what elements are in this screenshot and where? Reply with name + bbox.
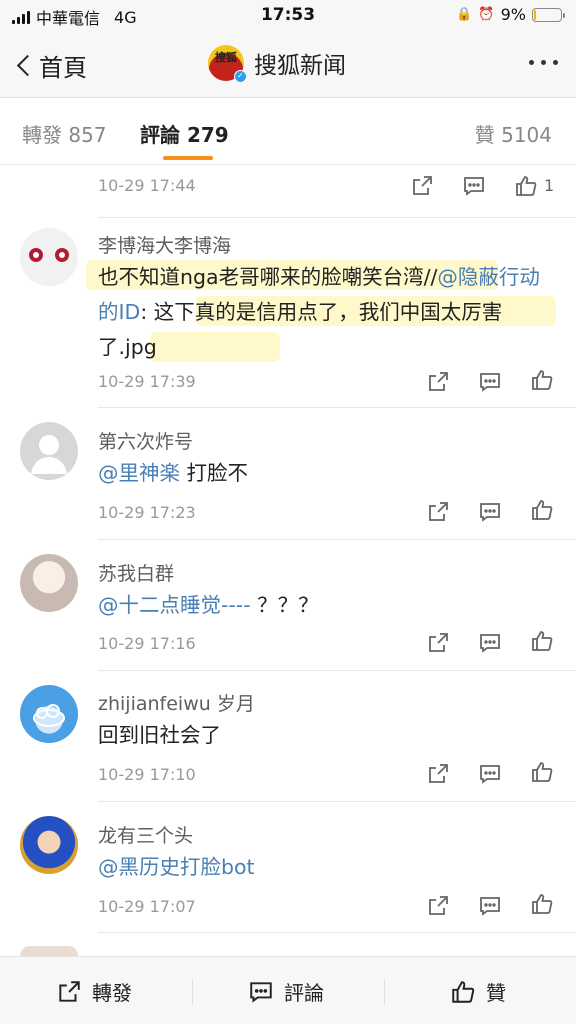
divider bbox=[384, 979, 385, 1005]
nav-bar: 首頁 搜狐 ✓ 搜狐新闻 bbox=[0, 32, 576, 98]
more-options-icon[interactable] bbox=[529, 60, 558, 65]
tab-likes-label: 贊 bbox=[474, 123, 495, 147]
like-icon[interactable] bbox=[530, 760, 554, 784]
comment-icon[interactable] bbox=[462, 174, 486, 198]
battery-icon bbox=[532, 7, 565, 22]
share-icon[interactable] bbox=[426, 631, 450, 655]
avatar[interactable] bbox=[20, 816, 78, 874]
comment-text-part: ？？？ bbox=[250, 593, 319, 617]
chevron-left-icon bbox=[16, 54, 39, 77]
share-icon[interactable] bbox=[426, 894, 450, 918]
comment-item: 李博海大李博海 也不知道nga老哥哪来的脸嘲笑台湾//@隐蔽行动的ID: 这下真… bbox=[0, 218, 576, 408]
commenter-name[interactable]: 龙有三个头 bbox=[98, 821, 193, 848]
comment-time: 10-29 17:10 bbox=[98, 765, 196, 784]
account-header[interactable]: 搜狐 ✓ 搜狐新闻 bbox=[208, 45, 346, 83]
avatar-logo-text: 搜狐 bbox=[215, 51, 237, 64]
avatar bbox=[20, 946, 78, 956]
comment-label: 評論 bbox=[284, 981, 324, 1005]
comment-button[interactable]: 評論 bbox=[248, 977, 324, 1006]
share-icon bbox=[59, 980, 80, 1002]
comment-text: @黑历史打脸bot bbox=[98, 850, 548, 885]
comment-item: 苏我白群 @十二点睡觉---- ？？？ 10-29 17:16 bbox=[0, 540, 576, 671]
comment-icon[interactable] bbox=[478, 631, 502, 655]
active-tab-indicator bbox=[163, 156, 213, 160]
like-label: 贊 bbox=[486, 981, 506, 1005]
comment-text: 也不知道nga老哥哪来的脸嘲笑台湾//@隐蔽行动的ID: 这下真的是信用点了，我… bbox=[98, 260, 548, 365]
comment-item: 第六次炸号 @里神楽 打脸不 10-29 17:23 bbox=[0, 408, 576, 540]
comment-time: 10-29 17:16 bbox=[98, 634, 196, 653]
back-button[interactable]: 首頁 bbox=[14, 48, 87, 83]
repost-button[interactable]: 轉發 bbox=[56, 977, 132, 1006]
avatar[interactable] bbox=[20, 554, 78, 612]
comment-time: 10-29 17:07 bbox=[98, 897, 196, 916]
comment-text-part: : 这下真的是信用点了，我们中国太厉害了.jpg bbox=[98, 300, 503, 359]
divider bbox=[98, 932, 576, 933]
commenter-name[interactable]: 李博海大李博海 bbox=[98, 231, 231, 258]
like-icon bbox=[452, 980, 475, 1003]
tab-repost-count: 857 bbox=[68, 123, 107, 147]
avatar[interactable] bbox=[20, 228, 78, 286]
tab-repost[interactable]: 轉發 857 bbox=[22, 119, 107, 148]
comment-text-part: 回到旧社会了 bbox=[98, 723, 221, 747]
comment-time: 10-29 17:23 bbox=[98, 503, 196, 522]
comment-icon bbox=[250, 981, 272, 1003]
battery-fill bbox=[534, 9, 536, 20]
mention-link[interactable]: @十二点睡觉---- bbox=[98, 593, 251, 617]
alarm-icon: ⏰ bbox=[478, 7, 495, 22]
share-icon[interactable] bbox=[410, 174, 434, 198]
page-title: 搜狐新闻 bbox=[254, 53, 346, 79]
like-icon[interactable] bbox=[530, 629, 554, 653]
comment-text-part: 打脸不 bbox=[180, 461, 249, 485]
mention-link[interactable]: @里神楽 bbox=[98, 461, 180, 485]
status-bar: 中華電信 4G 17:53 🔒 ⏰ 9% bbox=[0, 0, 576, 32]
tab-likes[interactable]: 贊 5104 bbox=[475, 119, 552, 148]
comment-text-part: 也不知道nga老哥哪来的脸嘲笑台湾// bbox=[98, 265, 438, 289]
comment-item: 10-29 17:44 1 bbox=[0, 166, 576, 218]
share-icon[interactable] bbox=[426, 762, 450, 786]
rotation-lock-icon: 🔒 bbox=[456, 7, 473, 22]
like-count: 1 bbox=[544, 176, 555, 195]
tab-likes-count: 5104 bbox=[501, 123, 552, 147]
verified-badge-icon: ✓ bbox=[234, 70, 247, 83]
share-icon[interactable] bbox=[426, 500, 450, 524]
avatar[interactable] bbox=[20, 685, 78, 743]
bottom-action-bar: 轉發 評論 贊 bbox=[0, 956, 576, 1024]
like-icon[interactable] bbox=[530, 368, 554, 392]
comment-icon[interactable] bbox=[478, 370, 502, 394]
comment-text: @十二点睡觉---- ？？？ bbox=[98, 588, 548, 623]
comment-text: @里神楽 打脸不 bbox=[98, 456, 548, 491]
back-label: 首頁 bbox=[39, 54, 87, 82]
share-icon[interactable] bbox=[426, 370, 450, 394]
divider bbox=[192, 979, 193, 1005]
comment-item: zhijianfeiwu 岁月 回到旧社会了 10-29 17:10 bbox=[0, 671, 576, 802]
battery-percent: 9% bbox=[500, 5, 526, 24]
comment-icon[interactable] bbox=[478, 894, 502, 918]
tab-comments[interactable]: 評論 279 bbox=[140, 119, 229, 148]
comment-icon[interactable] bbox=[478, 500, 502, 524]
comment-icon[interactable] bbox=[478, 762, 502, 786]
like-icon[interactable] bbox=[530, 892, 554, 916]
repost-label: 轉發 bbox=[92, 981, 132, 1005]
mention-link[interactable]: @黑历史打脸bot bbox=[98, 855, 255, 879]
like-icon[interactable] bbox=[514, 174, 538, 198]
comment-time: 10-29 17:39 bbox=[98, 372, 196, 391]
avatar[interactable] bbox=[20, 422, 78, 480]
comment-text: 回到旧社会了 bbox=[98, 718, 548, 753]
like-button[interactable]: 贊 bbox=[450, 977, 506, 1006]
commenter-name[interactable]: zhijianfeiwu 岁月 bbox=[98, 689, 255, 716]
commenter-name[interactable]: 第六次炸号 bbox=[98, 427, 193, 454]
tab-comments-count: 279 bbox=[186, 123, 229, 147]
tab-repost-label: 轉發 bbox=[22, 123, 62, 147]
account-avatar: 搜狐 ✓ bbox=[208, 45, 247, 83]
commenter-name[interactable]: 苏我白群 bbox=[98, 559, 174, 586]
tab-comments-label: 評論 bbox=[140, 123, 180, 147]
like-icon[interactable] bbox=[530, 498, 554, 522]
tab-bar: 轉發 857 評論 279 贊 5104 bbox=[0, 99, 576, 165]
comment-time: 10-29 17:44 bbox=[98, 176, 196, 195]
comment-item: 龙有三个头 @黑历史打脸bot 10-29 17:07 bbox=[0, 802, 576, 933]
